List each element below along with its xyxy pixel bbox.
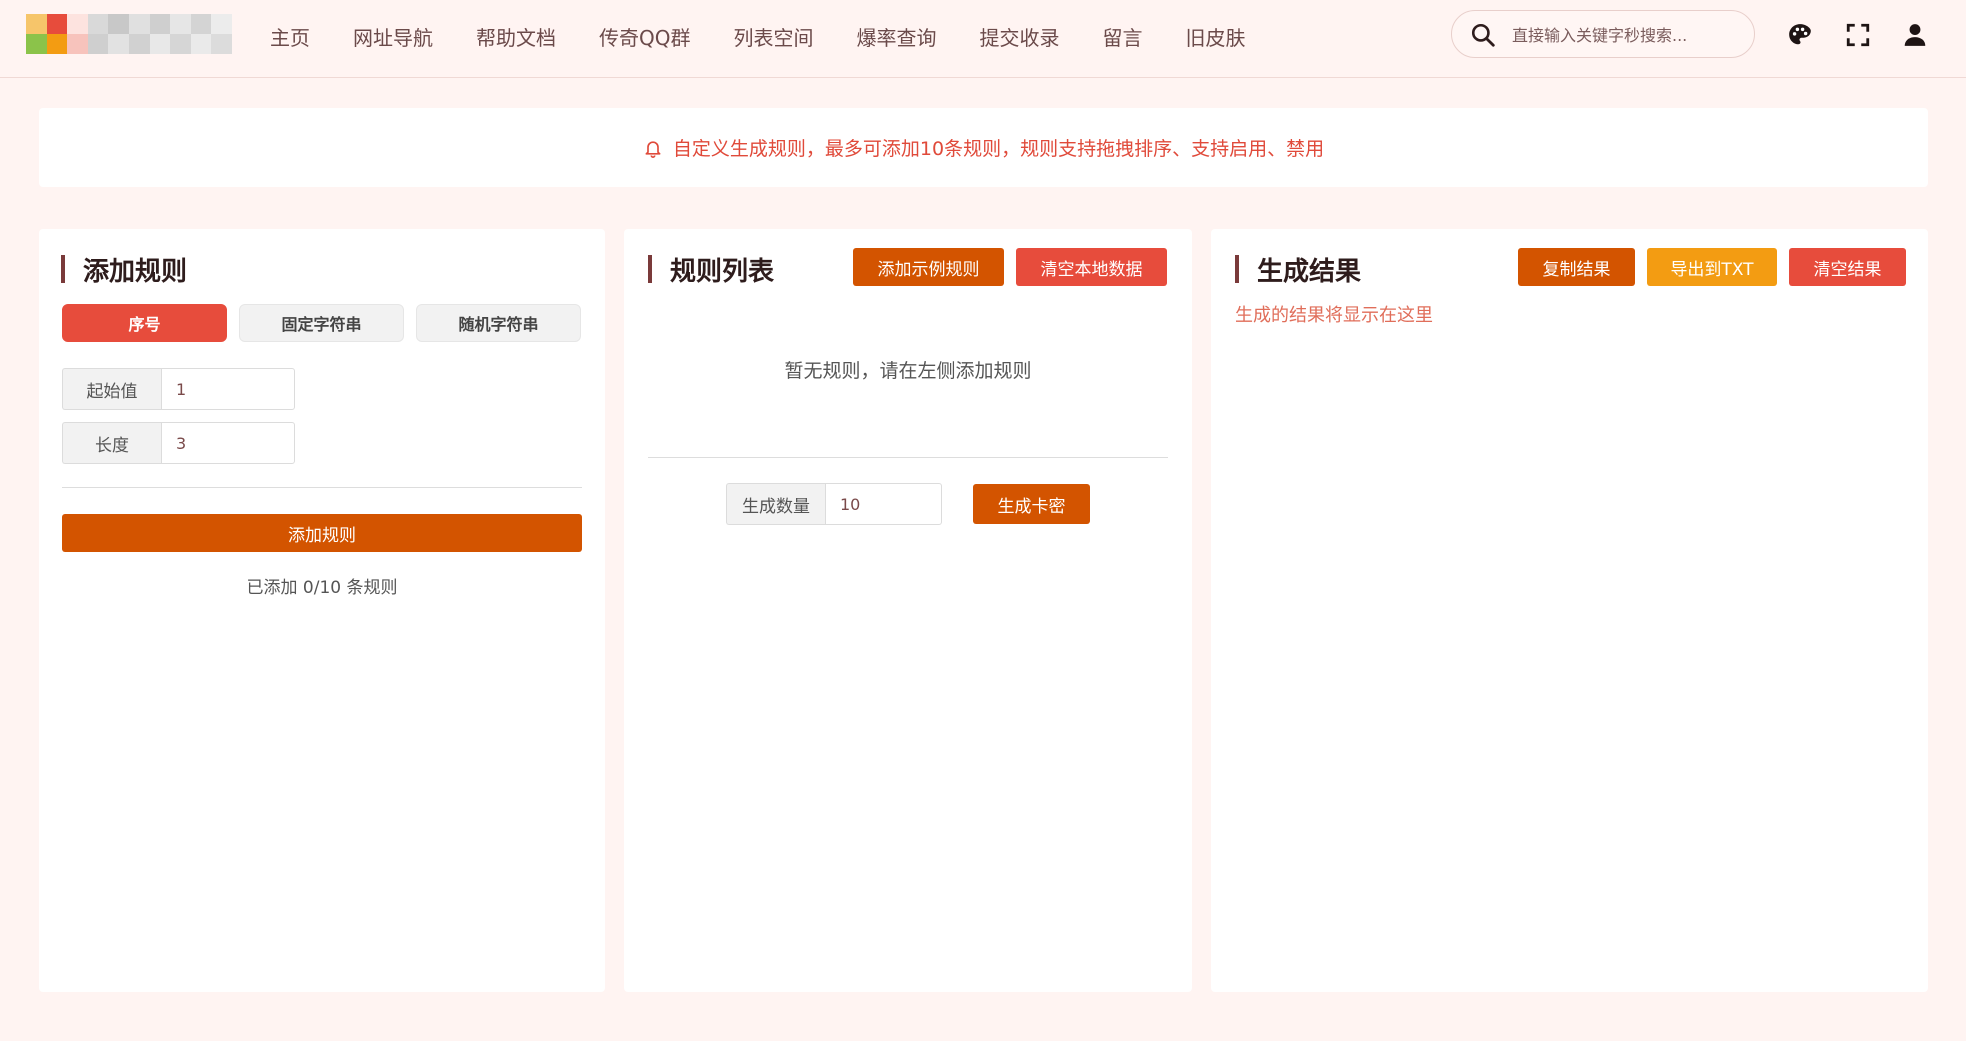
search-icon[interactable]: [1470, 22, 1496, 48]
add-sample-rules-button[interactable]: 添加示例规则: [853, 248, 1004, 286]
palette-icon[interactable]: [1787, 22, 1813, 48]
nav-item-qq-group[interactable]: 传奇QQ群: [599, 22, 690, 51]
rule-list-divider: [648, 457, 1168, 458]
clear-local-data-button[interactable]: 清空本地数据: [1016, 248, 1167, 286]
tab-fixed-string[interactable]: 固定字符串: [239, 304, 404, 342]
length-input[interactable]: [161, 422, 295, 464]
nav-item-list-space[interactable]: 列表空间: [733, 22, 813, 51]
export-txt-button[interactable]: 导出到TXT: [1647, 248, 1777, 286]
add-rule-panel: 添加规则 序号 固定字符串 随机字符串 起始值 长度 添加规则 已添加 0/10…: [39, 229, 605, 992]
site-logo[interactable]: [26, 14, 232, 54]
generate-cards-button[interactable]: 生成卡密: [973, 484, 1090, 524]
notice-banner: 自定义生成规则，最多可添加10条规则，规则支持拖拽排序、支持启用、禁用: [39, 108, 1928, 187]
nav-item-help-docs[interactable]: 帮助文档: [476, 22, 556, 51]
start-value-label: 起始值: [62, 368, 161, 410]
length-field: 长度: [62, 422, 295, 464]
user-icon[interactable]: [1902, 22, 1928, 48]
nav-item-site-navigation[interactable]: 网址导航: [353, 22, 433, 51]
empty-rules-text: 暂无规则，请在左侧添加规则: [784, 360, 1032, 382]
add-rule-divider: [62, 487, 582, 488]
generate-count-field: 生成数量: [726, 483, 942, 525]
result-panel: 生成结果 复制结果 导出到TXT 清空结果 生成的结果将显示在这里: [1211, 229, 1928, 992]
nav-item-home[interactable]: 主页: [270, 22, 310, 51]
tab-sequence[interactable]: 序号: [62, 304, 227, 342]
notice-text: 自定义生成规则，最多可添加10条规则，规则支持拖拽排序、支持启用、禁用: [672, 138, 1325, 160]
search-box: [1451, 10, 1755, 58]
generate-count-input[interactable]: [825, 483, 942, 525]
nav-item-old-skin[interactable]: 旧皮肤: [1185, 22, 1245, 51]
rule-list-title: 规则列表: [648, 251, 774, 287]
main-nav: 主页 网址导航 帮助文档 传奇QQ群 列表空间 爆率查询 提交收录 留言 旧皮肤: [270, 0, 1288, 72]
generate-count-label: 生成数量: [726, 483, 825, 525]
start-value-field: 起始值: [62, 368, 295, 410]
clear-result-button[interactable]: 清空结果: [1789, 248, 1906, 286]
copy-result-button[interactable]: 复制结果: [1518, 248, 1635, 286]
bell-icon: [645, 140, 661, 158]
result-title: 生成结果: [1235, 251, 1361, 287]
fullscreen-icon[interactable]: [1845, 22, 1871, 48]
nav-item-message[interactable]: 留言: [1102, 22, 1142, 51]
nav-item-submit[interactable]: 提交收录: [979, 22, 1059, 51]
top-header: 主页 网址导航 帮助文档 传奇QQ群 列表空间 爆率查询 提交收录 留言 旧皮肤: [0, 0, 1966, 78]
start-value-input[interactable]: [161, 368, 295, 410]
tab-random-string[interactable]: 随机字符串: [416, 304, 581, 342]
search-input[interactable]: [1510, 19, 1744, 51]
add-rule-button[interactable]: 添加规则: [62, 514, 582, 552]
add-rule-title: 添加规则: [61, 251, 187, 287]
length-label: 长度: [62, 422, 161, 464]
nav-item-drop-rate[interactable]: 爆率查询: [856, 22, 936, 51]
rule-list-panel: 规则列表 添加示例规则 清空本地数据 暂无规则，请在左侧添加规则 生成数量 生成…: [624, 229, 1192, 992]
rule-count-text: 已添加 0/10 条规则: [246, 578, 398, 598]
result-placeholder-text: 生成的结果将显示在这里: [1235, 305, 1433, 326]
